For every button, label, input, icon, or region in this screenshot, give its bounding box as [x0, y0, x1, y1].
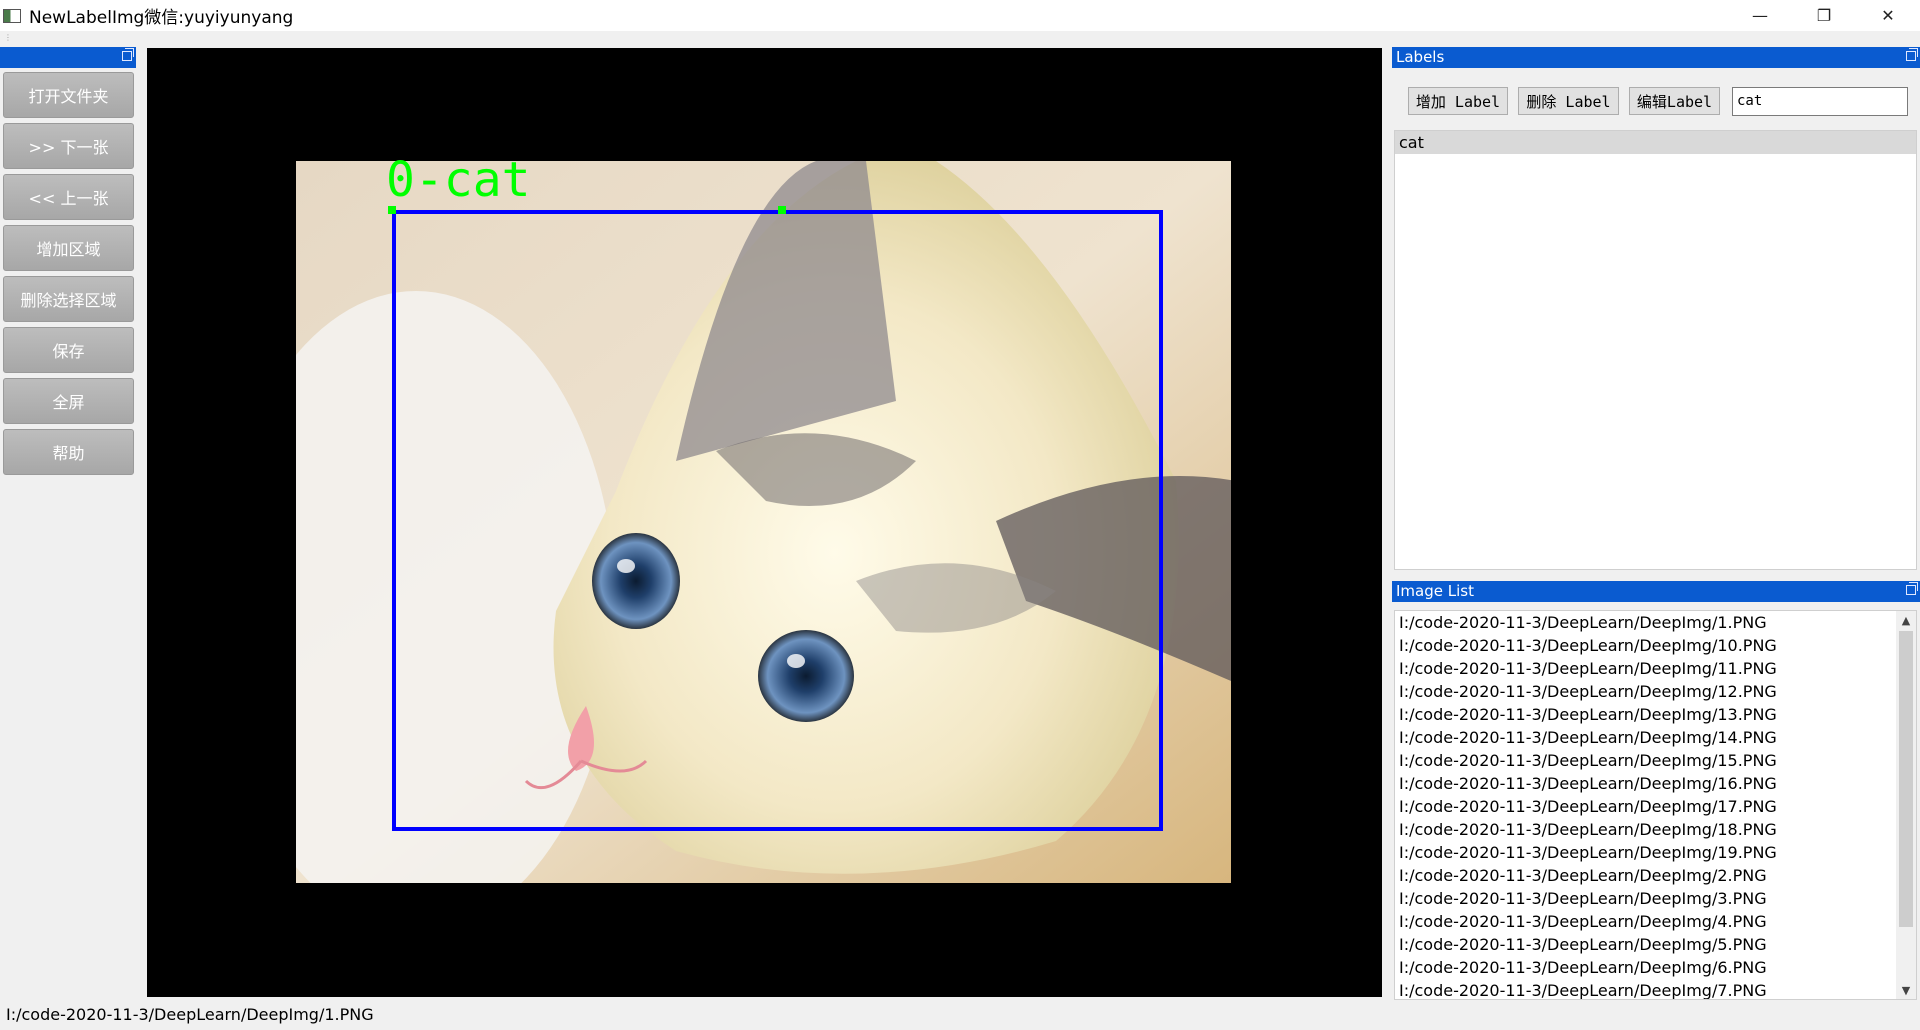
app-icon — [3, 8, 21, 23]
image-canvas[interactable]: 0-cat — [147, 48, 1382, 997]
scroll-down-icon[interactable]: ▼ — [1896, 981, 1916, 999]
image-list[interactable]: I:/code-2020-11-3/DeepLearn/DeepImg/1.PN… — [1394, 610, 1917, 1000]
restore-button[interactable]: ❐ — [1792, 0, 1856, 31]
left-dock: 打开文件夹 >> 下一张 << 上一张 增加区域 删除选择区域 保存 全屏 帮助 — [0, 47, 140, 997]
labels-title: Labels — [1396, 48, 1445, 66]
delete-region-button[interactable]: 删除选择区域 — [3, 276, 134, 322]
next-image-button[interactable]: >> 下一张 — [3, 123, 134, 169]
close-icon: ✕ — [1881, 6, 1895, 25]
bbox-label: 0-cat — [386, 152, 531, 208]
list-item[interactable]: I:/code-2020-11-3/DeepLearn/DeepImg/2.PN… — [1395, 864, 1916, 887]
list-item[interactable]: I:/code-2020-11-3/DeepLearn/DeepImg/1.PN… — [1395, 611, 1916, 634]
list-item[interactable]: I:/code-2020-11-3/DeepLearn/DeepImg/19.P… — [1395, 841, 1916, 864]
close-button[interactable]: ✕ — [1856, 0, 1920, 31]
dock-float-icon[interactable] — [1906, 48, 1918, 61]
scrollbar-thumb[interactable] — [1899, 631, 1913, 927]
window-controls: — ❐ ✕ — [1728, 0, 1920, 31]
list-item[interactable]: I:/code-2020-11-3/DeepLearn/DeepImg/13.P… — [1395, 703, 1916, 726]
dock-float-icon[interactable] — [1906, 582, 1918, 595]
list-item[interactable]: I:/code-2020-11-3/DeepLearn/DeepImg/15.P… — [1395, 749, 1916, 772]
edit-label-button[interactable]: 编辑Label — [1629, 87, 1720, 115]
bounding-box[interactable] — [392, 210, 1163, 831]
open-folder-button[interactable]: 打开文件夹 — [3, 72, 134, 118]
label-input[interactable]: cat — [1732, 87, 1908, 116]
list-item[interactable]: I:/code-2020-11-3/DeepLearn/DeepImg/14.P… — [1395, 726, 1916, 749]
list-item[interactable]: I:/code-2020-11-3/DeepLearn/DeepImg/10.P… — [1395, 634, 1916, 657]
left-dock-header — [0, 47, 136, 68]
image-list-dock-header: Image List — [1392, 581, 1920, 602]
title-bar: NewLabelImg微信:yuyiyunyang — ❐ ✕ — [0, 0, 1920, 31]
list-item[interactable]: I:/code-2020-11-3/DeepLearn/DeepImg/7.PN… — [1395, 979, 1916, 999]
label-item[interactable]: cat — [1395, 131, 1916, 154]
list-item[interactable]: I:/code-2020-11-3/DeepLearn/DeepImg/12.P… — [1395, 680, 1916, 703]
list-item[interactable]: I:/code-2020-11-3/DeepLearn/DeepImg/5.PN… — [1395, 933, 1916, 956]
scroll-up-icon[interactable]: ▲ — [1896, 611, 1916, 629]
save-button[interactable]: 保存 — [3, 327, 134, 373]
dock-float-icon[interactable] — [122, 48, 134, 61]
list-item[interactable]: I:/code-2020-11-3/DeepLearn/DeepImg/17.P… — [1395, 795, 1916, 818]
list-item[interactable]: I:/code-2020-11-3/DeepLearn/DeepImg/11.P… — [1395, 657, 1916, 680]
image-list-title: Image List — [1396, 582, 1474, 600]
right-dock: Labels 增加 Label 删除 Label 编辑Label cat cat… — [1390, 47, 1920, 1000]
restore-icon: ❐ — [1816, 6, 1832, 25]
bbox-edge-handle[interactable] — [778, 206, 786, 214]
list-item[interactable]: I:/code-2020-11-3/DeepLearn/DeepImg/3.PN… — [1395, 887, 1916, 910]
toolbar-grip: ⋮ — [4, 33, 13, 42]
add-region-button[interactable]: 增加区域 — [3, 225, 134, 271]
list-item[interactable]: I:/code-2020-11-3/DeepLearn/DeepImg/4.PN… — [1395, 910, 1916, 933]
window-title: NewLabelImg微信:yuyiyunyang — [29, 8, 294, 28]
delete-label-button[interactable]: 删除 Label — [1518, 87, 1619, 115]
list-item[interactable]: I:/code-2020-11-3/DeepLearn/DeepImg/16.P… — [1395, 772, 1916, 795]
labels-list[interactable]: cat — [1394, 130, 1917, 570]
labels-dock-header: Labels — [1392, 47, 1920, 68]
list-item[interactable]: I:/code-2020-11-3/DeepLearn/DeepImg/6.PN… — [1395, 956, 1916, 979]
minimize-icon: — — [1752, 6, 1768, 25]
status-bar: I:/code-2020-11-3/DeepLearn/DeepImg/1.PN… — [0, 1003, 1920, 1030]
prev-image-button[interactable]: << 上一张 — [3, 174, 134, 220]
image-list-scrollbar[interactable]: ▲ ▼ — [1896, 611, 1916, 999]
add-label-button[interactable]: 增加 Label — [1408, 87, 1508, 115]
fullscreen-button[interactable]: 全屏 — [3, 378, 134, 424]
help-button[interactable]: 帮助 — [3, 429, 134, 475]
list-item[interactable]: I:/code-2020-11-3/DeepLearn/DeepImg/18.P… — [1395, 818, 1916, 841]
minimize-button[interactable]: — — [1728, 0, 1792, 31]
